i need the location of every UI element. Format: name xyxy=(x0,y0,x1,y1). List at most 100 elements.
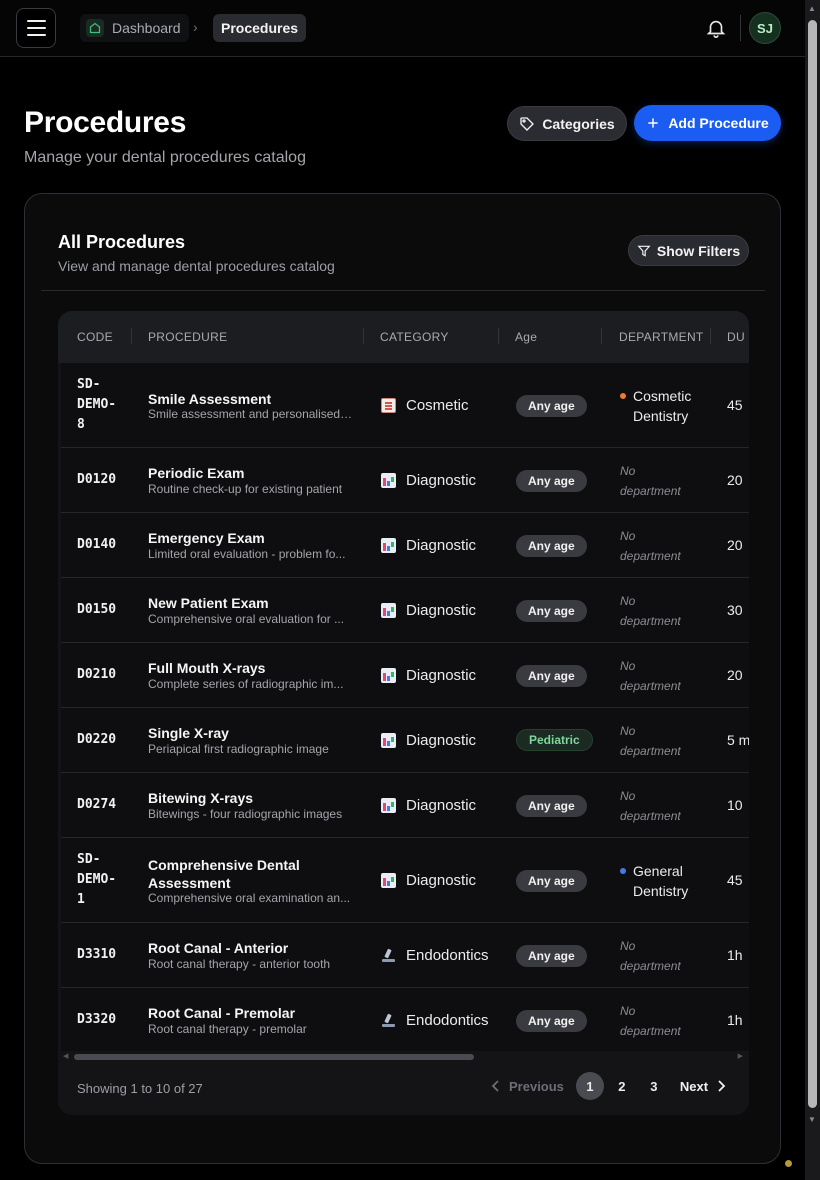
bar-chart-icon xyxy=(381,538,396,553)
chevron-right-icon: › xyxy=(193,19,198,35)
no-department-line: No xyxy=(620,529,636,543)
age-badge: Any age xyxy=(516,1010,587,1032)
add-procedure-button[interactable]: Add Procedure xyxy=(634,105,781,141)
column-header-age[interactable]: Age xyxy=(515,330,537,344)
no-department-line: department xyxy=(620,484,681,498)
duration: 45 xyxy=(727,397,743,413)
no-department-line: department xyxy=(620,1024,681,1038)
age-badge: Any age xyxy=(516,535,587,557)
no-department-line: No xyxy=(620,789,636,803)
table-row[interactable]: D0140 Emergency Exam Limited oral evalua… xyxy=(61,513,749,578)
age-badge: Any age xyxy=(516,945,587,967)
table-row[interactable]: D0220 Single X-ray Periapical first radi… xyxy=(61,708,749,773)
column-divider xyxy=(710,328,711,344)
column-header-code[interactable]: CODE xyxy=(77,330,113,344)
page-subtitle: Manage your dental procedures catalog xyxy=(24,149,306,166)
bar-chart-icon xyxy=(381,873,396,888)
scroll-up-icon[interactable]: ▲ xyxy=(808,4,816,13)
show-filters-label: Show Filters xyxy=(656,242,741,259)
categories-button[interactable]: Categories xyxy=(507,106,627,141)
age-badge: Any age xyxy=(516,665,587,687)
next-label: Next xyxy=(679,1078,709,1094)
column-header-category[interactable]: CATEGORY xyxy=(380,330,449,344)
bar-chart-icon xyxy=(381,733,396,748)
column-divider xyxy=(498,328,499,344)
avatar[interactable]: SJ xyxy=(749,12,781,44)
procedure-name: Full Mouth X-rays xyxy=(148,660,266,676)
top-bar: Dashboard › Procedures SJ xyxy=(0,0,805,57)
procedure-description: Smile assessment and personalised ... xyxy=(148,407,353,421)
procedure-name: Root Canal - Anterior xyxy=(148,940,289,956)
table-row[interactable]: D0210 Full Mouth X-rays Complete series … xyxy=(61,643,749,708)
breadcrumb-dashboard[interactable]: Dashboard xyxy=(80,14,189,42)
scroll-down-icon[interactable]: ▼ xyxy=(808,1115,816,1124)
microscope-icon xyxy=(381,1013,396,1028)
bar-chart-icon xyxy=(381,603,396,618)
scroll-right-icon[interactable]: ▶ xyxy=(738,1052,743,1060)
no-department-line: No xyxy=(620,724,636,738)
category-cell: Diagnostic xyxy=(381,797,476,814)
previous-label: Previous xyxy=(509,1078,564,1094)
show-filters-button[interactable]: Show Filters xyxy=(628,235,749,266)
department-line: Dentistry xyxy=(633,408,689,424)
no-department-line: department xyxy=(620,744,681,758)
table-row[interactable]: SD- DEMO- 1 Comprehensive Dental Assessme… xyxy=(61,838,749,923)
department-line: General xyxy=(633,863,683,879)
page-title: Procedures xyxy=(24,106,187,139)
divider xyxy=(41,290,765,291)
categories-button-label: Categories xyxy=(542,115,615,132)
next-button[interactable]: Next xyxy=(680,1079,726,1094)
scrollbar-thumb[interactable] xyxy=(74,1054,474,1060)
procedure-description: Periapical first radiographic image xyxy=(148,742,329,756)
table-row[interactable]: D0274 Bitewing X-rays Bitewings - four r… xyxy=(61,773,749,838)
procedure-name-line: Assessment xyxy=(148,875,231,891)
no-department-line: No xyxy=(620,939,636,953)
table-row[interactable]: SD- DEMO- 8 Smile Assessment Smile asses… xyxy=(61,363,749,448)
card-title: All Procedures xyxy=(58,232,186,252)
page-button-3[interactable]: 3 xyxy=(640,1072,668,1100)
page-button-2[interactable]: 2 xyxy=(608,1072,636,1100)
previous-button[interactable]: Previous xyxy=(491,1079,564,1094)
category-cell: Endodontics xyxy=(381,1012,489,1029)
bell-icon[interactable] xyxy=(705,17,727,39)
category-cell: Diagnostic xyxy=(381,872,476,889)
breadcrumb-procedures[interactable]: Procedures xyxy=(213,14,307,42)
no-department: No department xyxy=(620,786,710,826)
age-badge: Any age xyxy=(516,600,587,622)
column-header-procedure[interactable]: PROCEDURE xyxy=(148,330,227,344)
duration: 1h xyxy=(727,1012,743,1028)
table-row[interactable]: D3320 Root Canal - Premolar Root canal t… xyxy=(61,988,749,1051)
column-header-department[interactable]: DEPARTMENT xyxy=(619,330,704,344)
plus-icon xyxy=(648,118,658,128)
category-label: Cosmetic xyxy=(406,397,469,414)
department-line: Dentistry xyxy=(633,883,689,899)
procedure-description: Root canal therapy - premolar xyxy=(148,1022,307,1036)
category-label: Diagnostic xyxy=(406,537,477,554)
hamburger-icon xyxy=(26,20,46,22)
scroll-left-icon[interactable]: ◀ xyxy=(63,1052,68,1060)
department-dot xyxy=(620,868,626,874)
table-row[interactable]: D0150 New Patient Exam Comprehensive ora… xyxy=(61,578,749,643)
divider xyxy=(740,15,741,41)
horizontal-scrollbar[interactable]: ◀ ▶ xyxy=(63,1052,743,1062)
category-label: Diagnostic xyxy=(406,797,477,814)
table-row[interactable]: D0120 Periodic Exam Routine check-up for… xyxy=(61,448,749,513)
scrollbar-thumb[interactable] xyxy=(808,20,817,1108)
code-line: 8 xyxy=(77,417,85,432)
procedure-name: Bitewing X-rays xyxy=(148,790,254,806)
procedures-card: All Procedures View and manage dental pr… xyxy=(24,193,781,1164)
column-header-duration[interactable]: DU xyxy=(727,330,745,344)
procedure-name: Single X-ray xyxy=(148,725,229,741)
procedure-description: Complete series of radiographic im... xyxy=(148,677,344,691)
department-label: General Dentistry xyxy=(633,861,688,901)
procedure-name: New Patient Exam xyxy=(148,595,269,611)
category-cell: Cosmetic xyxy=(381,397,469,414)
procedure-name: Root Canal - Premolar xyxy=(148,1005,296,1021)
tag-icon xyxy=(520,116,535,131)
table-row[interactable]: D3310 Root Canal - Anterior Root canal t… xyxy=(61,923,749,988)
department-label: Cosmetic Dentistry xyxy=(633,386,691,426)
page-button-1[interactable]: 1 xyxy=(575,1072,604,1100)
menu-button[interactable] xyxy=(16,8,56,48)
category-label: Diagnostic xyxy=(406,667,477,684)
category-label: Diagnostic xyxy=(406,602,477,619)
